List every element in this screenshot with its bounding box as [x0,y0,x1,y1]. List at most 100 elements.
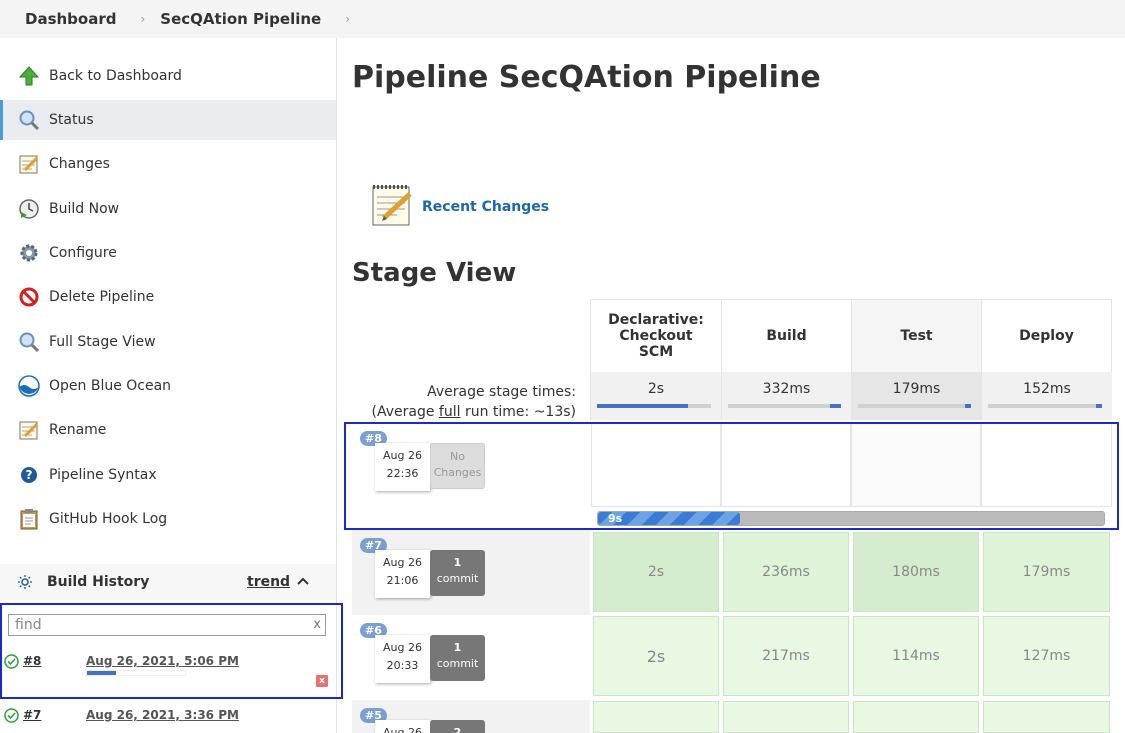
stage-name: Build [766,328,807,344]
build-history-title: Build History [47,574,150,590]
avg-time-value: 332ms [762,381,811,397]
search-icon [17,108,41,132]
build-number-link[interactable]: #7 [23,708,41,722]
commit-box[interactable]: 1 commit [430,635,485,681]
avg-label-full: full [438,404,461,420]
sidebar-item-label: Back to Dashboard [49,68,182,84]
stage-cell[interactable]: 236ms [723,532,849,612]
run-datebox: Aug 26 20:33 [375,635,430,683]
gear-icon [17,241,41,265]
run-datebox: Aug 26 [375,720,430,733]
sidebar-item-label: Configure [49,245,117,261]
sidebar-item-open-blue-ocean[interactable]: Open Blue Ocean [0,366,336,406]
build-history-header: Build History trend [0,564,336,600]
commit-box[interactable]: 1 commit [430,550,485,596]
avg-bar [988,404,1102,408]
build-row[interactable]: #7 Aug 26, 2021, 3:36 PM [0,702,336,730]
avg-time-value: 152ms [1023,381,1071,397]
stage-cell[interactable]: 127ms [983,616,1110,696]
stage-cell[interactable]: 179ms [983,532,1110,612]
success-check-icon [4,708,19,723]
avg-bar-fill [597,404,689,408]
breadcrumb-chevron-icon[interactable]: › [345,12,350,26]
stage-cell[interactable]: 2s [593,532,719,612]
stage-cell[interactable] [853,701,979,733]
notepad-icon [370,182,416,232]
recent-changes[interactable]: Recent Changes [370,182,549,232]
commit-unit: commit [436,657,479,670]
avg-label-line2: (Average full run time: ~13s) [372,402,577,422]
sidebar-item-label: Status [49,112,94,128]
stage-cell[interactable] [983,701,1110,733]
stage-cell[interactable]: 2s [593,616,719,696]
run-row-6[interactable]: #6 Aug 26 20:33 1 commit [352,615,590,700]
breadcrumb-job[interactable]: SecQAtion Pipeline [160,10,321,28]
run-time: 21:06 [386,574,419,587]
stage-name: Deploy [1019,328,1074,344]
sidebar-item-rename[interactable]: Rename [0,410,336,450]
stage-view-title: Stage View [352,258,517,288]
avg-bar [728,404,841,408]
run-datebox: Aug 26 21:06 [375,550,430,598]
stage-header-checkout: Declarative: Checkout SCM [590,300,721,372]
stage-cell[interactable]: 217ms [723,616,849,696]
sidebar-item-label: Open Blue Ocean [49,378,172,394]
stage-cell[interactable]: 180ms [853,532,979,612]
breadcrumb-dashboard[interactable]: Dashboard [0,10,116,28]
chevron-up-icon[interactable] [296,574,312,590]
run-time: 20:33 [386,659,419,672]
build-history-sun-icon [17,574,33,590]
stage-name: Declarative: Checkout SCM [608,312,704,360]
stage-duration: 236ms [762,564,810,580]
clipboard-icon [17,507,41,531]
stage-duration: 180ms [892,564,940,580]
avg-bar [858,404,971,408]
notepad-icon [17,418,41,442]
run-row-7[interactable]: #7 Aug 26 21:06 1 commit [352,530,590,615]
sidebar-item-build-now[interactable]: Build Now [0,189,336,229]
sidebar-item-configure[interactable]: Configure [0,233,336,273]
run-date: Aug 26 [383,726,422,733]
build-date-link[interactable]: Aug 26, 2021, 3:36 PM [86,708,239,722]
avg-time-value: 2s [647,381,665,397]
trend-link[interactable]: trend [247,574,290,590]
run-row-5[interactable]: #5 Aug 26 2 [352,700,590,733]
stage-header-build: Build [721,300,851,372]
avg-time-value: 179ms [892,381,941,397]
sidebar-item-github-hook-log[interactable]: GitHub Hook Log [0,499,336,539]
stage-duration: 114ms [892,648,940,664]
svg-text:?: ? [26,468,33,482]
blue-ocean-icon [17,374,41,398]
sidebar-item-label: Pipeline Syntax [49,467,157,483]
sidebar-item-pipeline-syntax[interactable]: ? Pipeline Syntax [0,455,336,495]
notepad-icon [17,152,41,176]
sidebar-item-full-stage-view[interactable]: Full Stage View [0,322,336,362]
breadcrumb-chevron-icon[interactable]: › [140,12,145,26]
commit-box[interactable]: 2 [430,720,485,733]
avg-time-test: 179ms [851,372,981,420]
avg-bar [597,404,711,408]
stage-duration: 179ms [1022,564,1071,580]
commit-unit: commit [436,572,479,585]
run-date: Aug 26 [383,556,422,569]
clock-play-icon [17,197,41,221]
commit-count: 2 [453,726,462,733]
avg-time-deploy: 152ms [981,372,1112,420]
sidebar-item-back-to-dashboard[interactable]: Back to Dashboard [0,56,336,96]
search-icon [17,330,41,354]
stage-cell[interactable]: 114ms [853,616,979,696]
stage-cell[interactable] [723,701,849,733]
sidebar-item-changes[interactable]: Changes [0,144,336,184]
recent-changes-link[interactable]: Recent Changes [422,199,549,215]
sidebar-item-label: Full Stage View [49,334,156,350]
stage-duration: 127ms [1022,648,1071,664]
highlight-box-running-build [344,422,1119,530]
sidebar-item-status[interactable]: Status [0,100,336,140]
sidebar-item-delete-pipeline[interactable]: Delete Pipeline [0,277,336,317]
avg-label-line1: Average stage times: [427,384,576,400]
stage-cell[interactable] [593,701,719,733]
commit-count: 1 [453,641,462,654]
average-stage-times-label: Average stage times: (Average full run t… [372,382,577,422]
avg-bar-fill [829,404,841,408]
avg-time-build: 332ms [721,372,851,420]
